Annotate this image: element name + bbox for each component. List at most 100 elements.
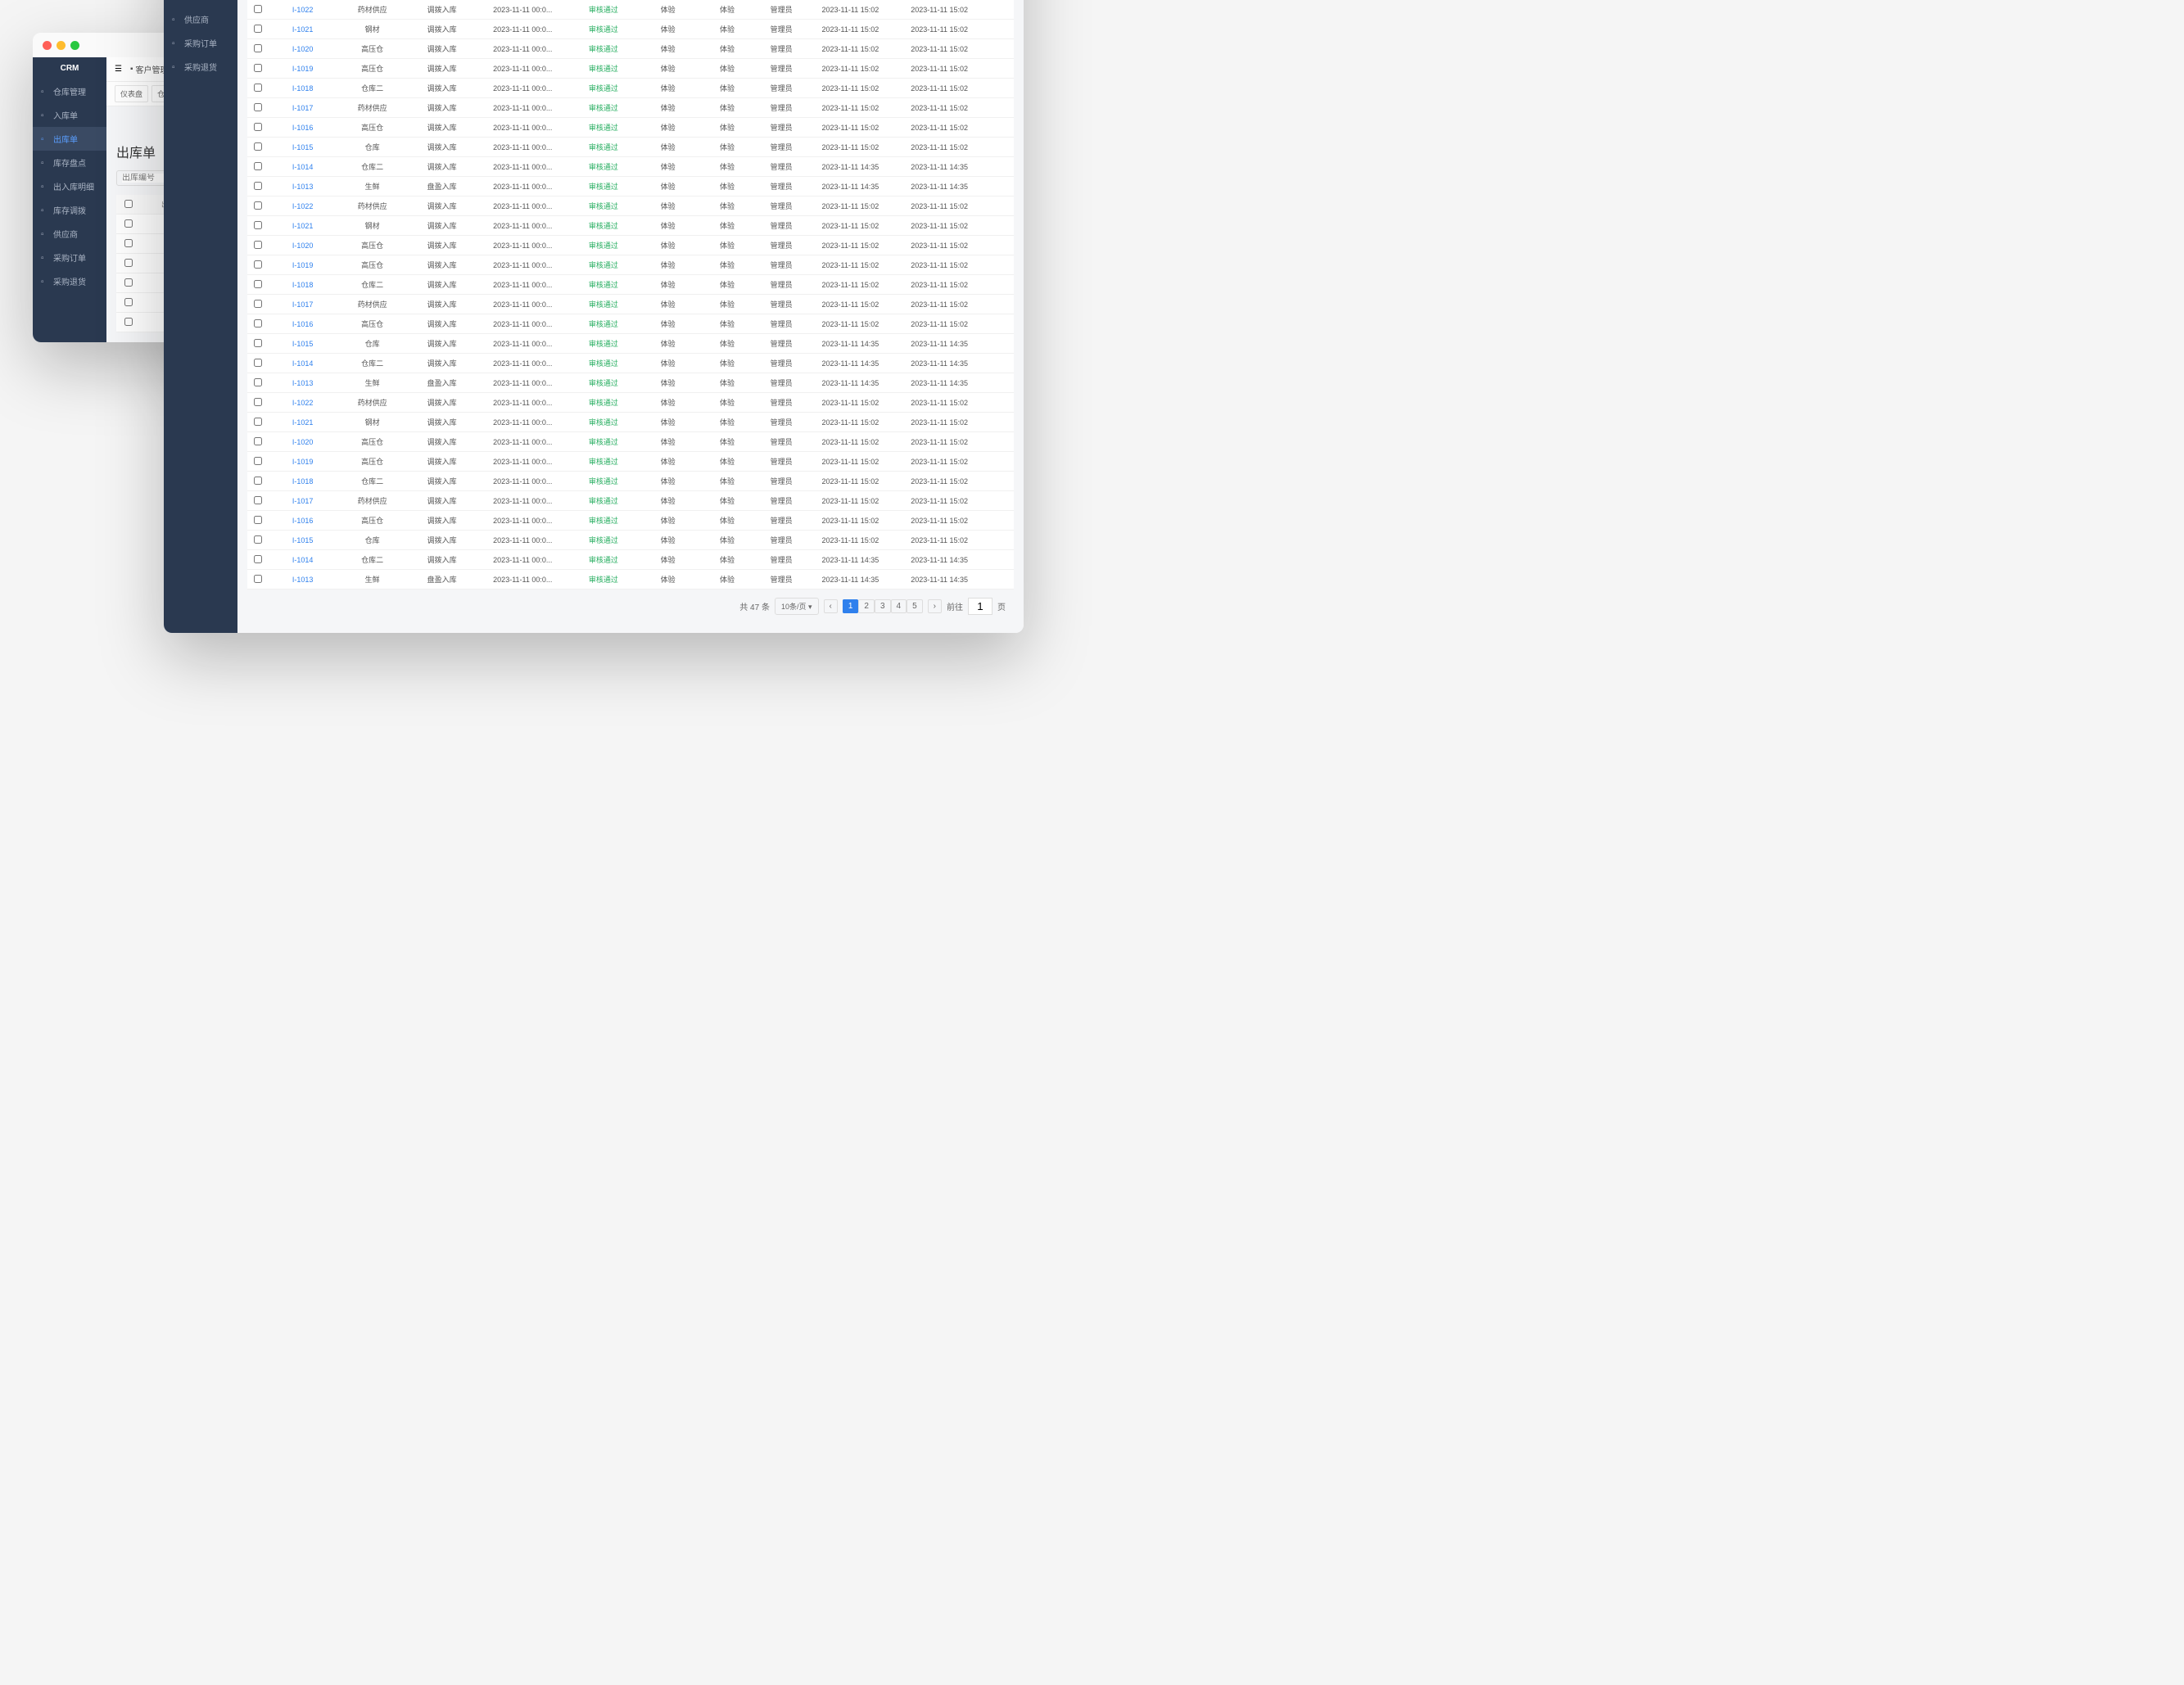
page-number[interactable]: 2: [858, 599, 875, 613]
sidebar-item-6[interactable]: ▫供应商: [33, 222, 106, 246]
menu-toggle-icon[interactable]: ☰: [115, 65, 122, 74]
record-link[interactable]: I-1019: [292, 458, 314, 466]
row-checkbox[interactable]: [254, 535, 262, 544]
record-link[interactable]: I-1022: [292, 399, 314, 407]
row-checkbox[interactable]: [254, 575, 262, 583]
page-number[interactable]: 5: [907, 599, 923, 613]
sidebar-item-3[interactable]: ▫库存盘点: [33, 151, 106, 174]
row-checkbox[interactable]: [254, 378, 262, 386]
row-checkbox[interactable]: [124, 318, 133, 326]
row-checkbox[interactable]: [254, 300, 262, 308]
sidebar-item-7[interactable]: ▫采购订单: [33, 246, 106, 269]
record-link[interactable]: I-1021: [292, 418, 314, 427]
row-checkbox[interactable]: [254, 457, 262, 465]
record-link[interactable]: I-1016: [292, 124, 314, 132]
row-checkbox[interactable]: [124, 219, 133, 228]
row-checkbox[interactable]: [254, 103, 262, 111]
row-checkbox[interactable]: [254, 359, 262, 367]
sidebar-item-8[interactable]: ▫采购退货: [164, 55, 237, 79]
record-link[interactable]: I-1016: [292, 320, 314, 328]
row-checkbox[interactable]: [254, 123, 262, 131]
row-checkbox[interactable]: [254, 84, 262, 92]
record-link[interactable]: I-1021: [292, 25, 314, 34]
record-link[interactable]: I-1014: [292, 556, 314, 564]
record-link[interactable]: I-1013: [292, 576, 314, 584]
record-link[interactable]: I-1018: [292, 84, 314, 93]
sidebar-item-5[interactable]: ▫库存调拨: [33, 198, 106, 222]
row-checkbox[interactable]: [254, 241, 262, 249]
record-link[interactable]: I-1017: [292, 300, 314, 309]
page-number[interactable]: 1: [843, 599, 859, 613]
row-checkbox[interactable]: [254, 555, 262, 563]
record-link[interactable]: I-1020: [292, 45, 314, 53]
record-link[interactable]: I-1022: [292, 6, 314, 14]
sidebar-item-6[interactable]: ▫供应商: [164, 7, 237, 31]
topmenu-item[interactable]: ▪ 客户管理: [130, 63, 169, 75]
row-checkbox[interactable]: [254, 516, 262, 524]
row-checkbox[interactable]: [254, 44, 262, 52]
sidebar-item-4[interactable]: ▫出入库明细: [33, 174, 106, 198]
row-checkbox[interactable]: [124, 278, 133, 287]
record-link[interactable]: I-1014: [292, 163, 314, 171]
tab[interactable]: 仪表盘: [115, 85, 148, 102]
record-link[interactable]: I-1013: [292, 183, 314, 191]
row-checkbox[interactable]: [124, 239, 133, 247]
goto-input[interactable]: [968, 598, 993, 615]
row-checkbox[interactable]: [254, 319, 262, 328]
row-checkbox[interactable]: [254, 418, 262, 426]
row-checkbox[interactable]: [254, 221, 262, 229]
row-checkbox[interactable]: [254, 437, 262, 445]
row-checkbox[interactable]: [254, 142, 262, 151]
row-checkbox[interactable]: [254, 496, 262, 504]
supplier-icon: ▫: [172, 16, 180, 24]
row-checkbox[interactable]: [254, 25, 262, 33]
record-link[interactable]: I-1019: [292, 261, 314, 269]
sidebar-item-8[interactable]: ▫采购退货: [33, 269, 106, 293]
pagesize-select[interactable]: 10条/页 ▾: [775, 598, 819, 615]
row-checkbox[interactable]: [254, 5, 262, 13]
row-checkbox[interactable]: [254, 280, 262, 288]
next-page[interactable]: ›: [928, 599, 942, 613]
record-link[interactable]: I-1015: [292, 143, 314, 151]
row-checkbox[interactable]: [124, 298, 133, 306]
record-link[interactable]: I-1021: [292, 222, 314, 230]
row-checkbox[interactable]: [254, 162, 262, 170]
record-link[interactable]: I-1014: [292, 359, 314, 368]
close-dot[interactable]: [43, 41, 52, 50]
row-checkbox[interactable]: [254, 339, 262, 347]
page-number[interactable]: 3: [875, 599, 891, 613]
cell: 2023-11-11 00:0...: [477, 275, 568, 295]
sidebar-item-1[interactable]: ▫入库单: [33, 103, 106, 127]
sidebar-item-5[interactable]: ▫库存调拨: [164, 0, 237, 7]
record-link[interactable]: I-1018: [292, 477, 314, 486]
record-link[interactable]: I-1020: [292, 438, 314, 446]
row-checkbox[interactable]: [254, 182, 262, 190]
prev-page[interactable]: ‹: [824, 599, 838, 613]
record-link[interactable]: I-1016: [292, 517, 314, 525]
sidebar-item-0[interactable]: ▫仓库管理: [33, 79, 106, 103]
row-checkbox[interactable]: [254, 260, 262, 269]
record-link[interactable]: I-1019: [292, 65, 314, 73]
record-link[interactable]: I-1015: [292, 536, 314, 544]
sidebar-item-7[interactable]: ▫采购订单: [164, 31, 237, 55]
row-checkbox[interactable]: [254, 64, 262, 72]
page-number[interactable]: 4: [891, 599, 907, 613]
record-link[interactable]: I-1018: [292, 281, 314, 289]
status-badge: 审核通过: [589, 222, 618, 230]
record-link[interactable]: I-1017: [292, 497, 314, 505]
record-link[interactable]: I-1020: [292, 242, 314, 250]
record-link[interactable]: I-1015: [292, 340, 314, 348]
row-checkbox[interactable]: [254, 477, 262, 485]
row-checkbox[interactable]: [254, 201, 262, 210]
record-link[interactable]: I-1017: [292, 104, 314, 112]
select-all-checkbox[interactable]: [124, 200, 133, 208]
status-badge: 审核通过: [589, 281, 618, 289]
sidebar-item-2[interactable]: ▫出库单: [33, 127, 106, 151]
minimize-dot[interactable]: [57, 41, 66, 50]
row-checkbox[interactable]: [124, 259, 133, 267]
row-checkbox[interactable]: [254, 398, 262, 406]
maximize-dot[interactable]: [70, 41, 79, 50]
record-link[interactable]: I-1013: [292, 379, 314, 387]
column-header[interactable]: [116, 195, 141, 215]
record-link[interactable]: I-1022: [292, 202, 314, 210]
